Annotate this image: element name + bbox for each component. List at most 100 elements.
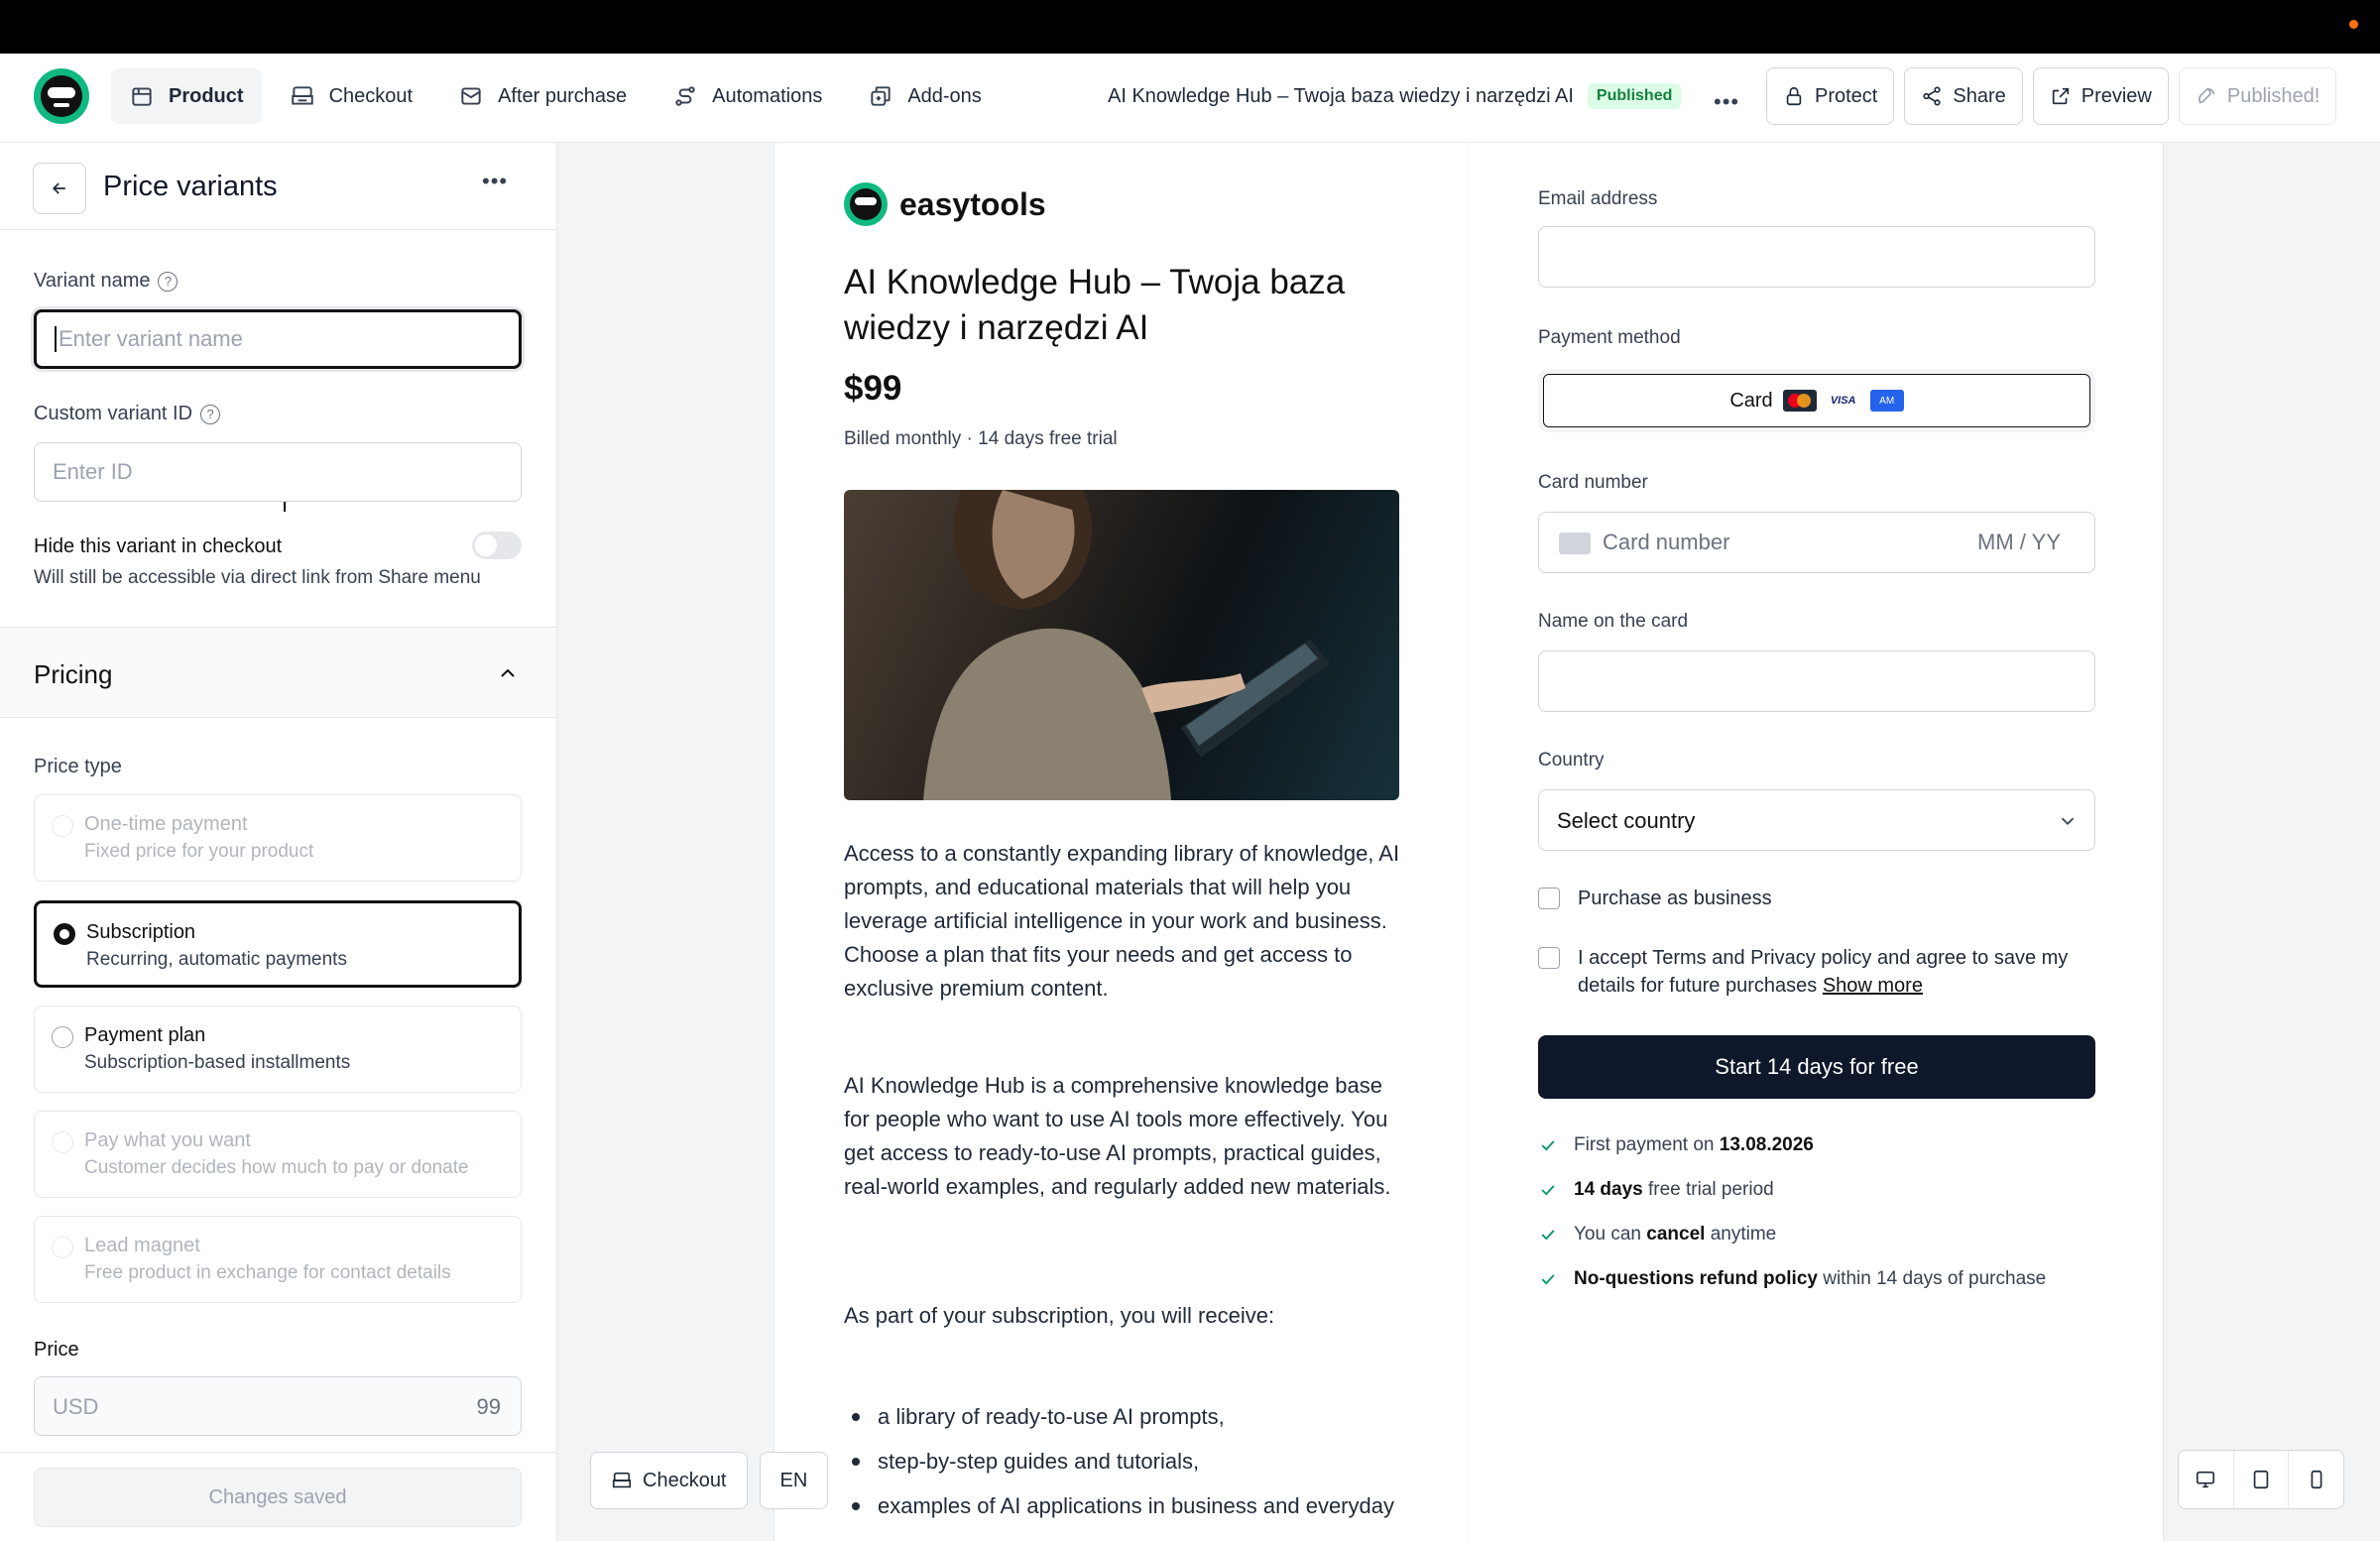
preview-floating-controls: Checkout EN — [590, 1452, 829, 1509]
brand-name: easytools — [899, 185, 1046, 222]
more-options-icon[interactable]: ••• — [1714, 89, 1739, 115]
protect-button[interactable]: Protect — [1766, 67, 1895, 125]
desktop-view-button[interactable] — [2179, 1451, 2234, 1508]
rocket-icon — [2198, 87, 2215, 104]
product-price: $99 — [844, 369, 902, 408]
radio-button — [52, 1237, 73, 1258]
arrow-left-icon — [52, 182, 65, 194]
price-variants-sidebar: Price variants ••• Variant name ? Enter … — [0, 143, 557, 1541]
help-icon[interactable]: ? — [200, 404, 221, 424]
tablet-view-button[interactable] — [2234, 1451, 2290, 1508]
published-button[interactable]: Published! — [2178, 67, 2337, 125]
tab-automations[interactable]: Automations — [654, 68, 840, 124]
device-switcher — [2178, 1450, 2344, 1509]
mastercard-icon — [1782, 390, 1817, 412]
nav-tabs: Product Checkout After purchase Automati… — [111, 68, 1000, 124]
name-on-card-label: Name on the card — [1538, 611, 1689, 632]
custom-id-label: Custom variant ID ? — [34, 403, 221, 425]
hide-variant-hint: Will still be accessible via direct link… — [34, 567, 481, 588]
price-type-payment-plan[interactable]: Payment plan Subscription-based installm… — [34, 1006, 522, 1093]
mobile-icon — [2311, 1470, 2322, 1489]
custom-id-input[interactable]: Enter ID — [34, 442, 522, 502]
business-checkbox[interactable] — [1538, 888, 1560, 909]
show-more-link[interactable]: Show more — [1823, 975, 1923, 997]
language-button[interactable]: EN — [759, 1452, 829, 1509]
changes-saved-button[interactable]: Changes saved — [34, 1468, 522, 1527]
help-icon[interactable]: ? — [158, 271, 178, 292]
visa-icon: VISA — [1826, 390, 1860, 412]
register-icon — [291, 86, 313, 105]
variant-name-input[interactable]: Enter variant name — [34, 309, 522, 369]
radio-button — [52, 1026, 73, 1048]
benefits-list: a library of ready-to-use AI prompts, st… — [844, 1394, 1409, 1541]
mobile-view-button[interactable] — [2289, 1451, 2343, 1508]
radio-button — [54, 923, 75, 945]
price-label: Price — [34, 1339, 79, 1361]
check-icon — [1541, 1274, 1555, 1285]
tab-after-purchase[interactable]: After purchase — [440, 68, 645, 124]
expiry-input[interactable]: MM / YY — [1977, 530, 2061, 555]
card-number-input[interactable]: Card number MM / YY — [1538, 512, 2095, 573]
back-button[interactable] — [33, 163, 86, 214]
checkout-view-button[interactable]: Checkout — [590, 1452, 748, 1509]
share-button[interactable]: Share — [1904, 67, 2023, 125]
benefit-item: You can cancel anytime — [1538, 1224, 1776, 1245]
tab-product[interactable]: Product — [111, 68, 262, 124]
country-label: Country — [1538, 750, 1605, 770]
product-description-3: As part of your subscription, you will r… — [844, 1303, 1275, 1328]
list-item: examples of AI applications in business … — [844, 1483, 1409, 1541]
inbox-icon — [461, 87, 481, 105]
sidebar-more-icon[interactable]: ••• — [482, 169, 508, 194]
list-item: a library of ready-to-use AI prompts, — [844, 1394, 1409, 1439]
billing-info: Billed monthly · 14 days free trial — [844, 428, 1118, 449]
register-icon — [612, 1472, 632, 1488]
benefit-item: 14 days free trial period — [1538, 1179, 1774, 1201]
price-value: 99 — [476, 1394, 501, 1419]
payment-method-card[interactable]: Card VISA AM — [1538, 369, 2095, 432]
radio-button — [52, 1131, 73, 1153]
chevron-down-icon — [2061, 817, 2075, 826]
easytools-logo-icon — [844, 182, 888, 226]
tab-add-ons[interactable]: Add-ons — [850, 68, 1000, 124]
desktop-icon — [2197, 1471, 2215, 1488]
benefit-item: First payment on 13.08.2026 — [1538, 1134, 1814, 1156]
list-item: step-by-step guides and tutorials, — [844, 1439, 1409, 1483]
check-icon — [1541, 1140, 1555, 1151]
product-title: AI Knowledge Hub – Twoja baza wiedzy i n… — [1108, 83, 1682, 109]
country-select[interactable]: Select country — [1538, 789, 2095, 851]
hide-variant-toggle[interactable] — [472, 532, 522, 559]
external-link-icon — [2052, 87, 2069, 105]
app-logo[interactable] — [34, 68, 89, 124]
divider — [0, 1452, 556, 1453]
pricing-section-header[interactable]: Pricing — [0, 627, 556, 718]
product-name: AI Knowledge Hub – Twoja baza wiedzy i n… — [844, 263, 1346, 347]
price-type-lead-magnet[interactable]: Lead magnet Free product in exchange for… — [34, 1216, 522, 1303]
credit-card-icon — [1559, 533, 1591, 554]
tab-checkout[interactable]: Checkout — [272, 68, 431, 124]
email-label: Email address — [1538, 188, 1658, 209]
benefit-item: No-questions refund policy within 14 day… — [1538, 1268, 2046, 1290]
terms-checkbox[interactable] — [1538, 947, 1560, 969]
preview-button[interactable]: Preview — [2032, 67, 2169, 125]
box-icon — [132, 87, 152, 106]
product-image — [844, 490, 1399, 800]
sidebar-header: Price variants ••• — [0, 143, 556, 230]
addons-icon — [871, 86, 891, 106]
system-top-bar — [0, 0, 2380, 54]
product-description-2: AI Knowledge Hub is a comprehensive know… — [844, 1073, 1391, 1199]
start-trial-button[interactable]: Start 14 days for free — [1538, 1035, 2095, 1099]
brand-header: easytools — [844, 182, 1046, 226]
price-input[interactable]: USD 99 — [34, 1376, 522, 1436]
purchase-as-business-row: Purchase as business — [1538, 885, 1772, 912]
price-type-subscription[interactable]: Subscription Recurring, automatic paymen… — [34, 900, 522, 988]
email-input[interactable] — [1538, 226, 2095, 288]
recording-indicator — [2349, 20, 2358, 29]
price-type-label: Price type — [34, 756, 122, 777]
woman-with-tablet-illustration — [923, 490, 1330, 800]
card-number-label: Card number — [1538, 472, 1648, 493]
product-details-panel: easytools AI Knowledge Hub – Twoja baza … — [774, 143, 1468, 1541]
name-on-card-input[interactable] — [1538, 651, 2095, 712]
price-type-one-time[interactable]: One-time payment Fixed price for your pr… — [34, 794, 522, 882]
price-type-pay-what-you-want[interactable]: Pay what you want Customer decides how m… — [34, 1111, 522, 1198]
route-icon — [675, 86, 695, 106]
